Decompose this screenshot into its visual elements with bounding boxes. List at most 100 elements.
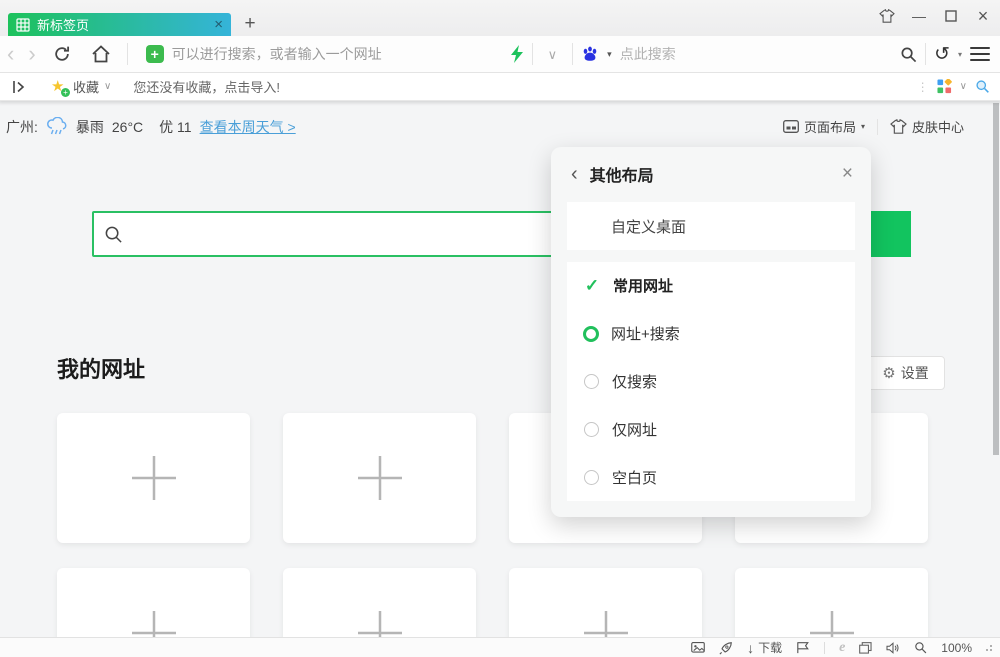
site-safety-icon[interactable]: +: [146, 45, 164, 63]
popup-header: ‹ 其他布局 ×: [551, 147, 871, 201]
sites-settings-button[interactable]: ⚙ 设置: [866, 356, 945, 390]
menu-button[interactable]: [970, 47, 990, 61]
layout-option-0[interactable]: ✓ 常用网址: [567, 262, 855, 310]
layout-option-label: 常用网址: [613, 275, 673, 296]
status-bar: ↓ 下载 e 100%: [0, 637, 1000, 657]
minimize-button[interactable]: —: [908, 6, 930, 26]
tab-strip: 新标签页 × + — ×: [0, 0, 1000, 36]
layout-caret-icon: ▾: [861, 122, 865, 131]
omnibox-separator: [532, 43, 533, 65]
my-sites-heading: 我的网址: [57, 352, 145, 384]
weather-forecast-link[interactable]: 查看本周天气 >: [200, 117, 296, 137]
page-layout-button[interactable]: 页面布局 ▾: [783, 117, 865, 136]
layout-option-label: 网址+搜索: [611, 323, 680, 344]
back-button[interactable]: ‹: [0, 43, 21, 65]
weather-air-quality: 优 11: [159, 117, 191, 137]
plus-icon: [808, 609, 856, 637]
undo-caret-icon[interactable]: ▾: [958, 50, 962, 59]
toolbar-separator: [127, 43, 128, 65]
find-icon[interactable]: [900, 46, 917, 63]
toolbar-right-separator: [925, 43, 926, 65]
sidebar-expand-icon[interactable]: [0, 81, 37, 93]
popup-close-icon[interactable]: ×: [842, 163, 871, 185]
popup-back-icon[interactable]: ‹: [551, 164, 586, 184]
close-window-button[interactable]: ×: [972, 6, 994, 26]
tab-close-icon[interactable]: ×: [214, 17, 223, 32]
favorites-label[interactable]: 收藏: [73, 77, 99, 96]
address-toolbar: ‹ › + ∨ ▾ 点此搜索 ↺ ▾: [0, 36, 1000, 73]
radio-selected-icon: [583, 326, 599, 342]
home-button[interactable]: [81, 45, 121, 63]
plus-icon: [130, 454, 178, 502]
plus-icon: [356, 609, 404, 637]
page-scrollbar[interactable]: [993, 103, 999, 455]
mute-speaker-icon[interactable]: [886, 642, 900, 654]
new-tab-button[interactable]: +: [238, 12, 262, 36]
zoom-search-icon[interactable]: [975, 79, 990, 94]
add-site-card[interactable]: [735, 568, 928, 637]
tab-title: 新标签页: [37, 15, 214, 34]
drag-handle-icon[interactable]: ⋮: [917, 80, 929, 94]
forward-button[interactable]: ›: [21, 43, 42, 65]
popup-title: 其他布局: [590, 162, 654, 186]
tab-grid-icon: [16, 18, 30, 32]
extensions-grid-icon[interactable]: [937, 79, 952, 94]
download-arrow-icon: ↓: [747, 640, 754, 656]
add-site-card[interactable]: [57, 413, 250, 543]
add-site-card[interactable]: [283, 413, 476, 543]
search-icon: [104, 225, 123, 244]
restore-window-icon[interactable]: [859, 642, 872, 654]
omnibox[interactable]: + ∨ ▾ 点此搜索: [134, 43, 900, 65]
undo-closed-tab-icon[interactable]: ↺: [934, 45, 950, 64]
resize-grip[interactable]: [986, 645, 992, 651]
report-flag-icon[interactable]: [796, 641, 810, 654]
skin-center-button[interactable]: 皮肤中心: [890, 117, 964, 136]
url-input[interactable]: [172, 46, 502, 62]
bookmarks-bar: ★ + 收藏 ∨ 您还没有收藏，点击导入! ⋮ ∨: [0, 73, 1000, 101]
weather-widget: 广州: 暴雨 26°C 优 11 查看本周天气 >: [6, 117, 296, 137]
zoom-level[interactable]: 100%: [941, 641, 972, 655]
weather-condition: 暴雨: [76, 117, 104, 137]
maximize-button[interactable]: [940, 6, 962, 26]
toolbar-right-group: ↺ ▾: [900, 43, 1000, 65]
plus-icon: [582, 609, 630, 637]
search-hint-text[interactable]: 点此搜索: [620, 44, 676, 64]
layout-option-label: 空白页: [612, 467, 657, 488]
radio-icon: [584, 470, 599, 485]
layout-option-3[interactable]: 仅网址: [567, 405, 855, 453]
favorites-star-icon[interactable]: ★ +: [51, 79, 67, 95]
refresh-button[interactable]: [43, 45, 81, 63]
add-site-card[interactable]: [283, 568, 476, 637]
layout-option-1[interactable]: 网址+搜索: [567, 310, 855, 358]
window-controls: — ×: [876, 6, 994, 26]
plus-icon: [356, 454, 404, 502]
ie-mode-icon[interactable]: e: [839, 640, 845, 656]
custom-desktop-item[interactable]: 自定义桌面: [567, 202, 855, 250]
screenshot-icon[interactable]: [691, 642, 705, 654]
add-site-card[interactable]: [57, 568, 250, 637]
skin-icon[interactable]: [876, 6, 898, 26]
lightning-icon[interactable]: [510, 45, 524, 63]
layout-option-2[interactable]: 仅搜索: [567, 358, 855, 406]
tab-new-tab-page[interactable]: 新标签页 ×: [8, 13, 231, 36]
extensions-chevron-icon[interactable]: ∨: [960, 81, 967, 92]
zoom-icon[interactable]: [914, 641, 927, 654]
download-button[interactable]: ↓ 下载: [747, 639, 782, 656]
boost-rocket-icon[interactable]: [719, 641, 733, 655]
layout-option-label: 仅网址: [612, 419, 657, 440]
bookmarks-empty-hint[interactable]: 您还没有收藏，点击导入!: [133, 77, 280, 96]
url-dropdown-icon[interactable]: ∨: [541, 48, 565, 61]
check-icon: ✓: [583, 276, 601, 296]
favorites-chevron-icon[interactable]: ∨: [104, 81, 111, 92]
statusbar-separator: [824, 642, 825, 654]
layout-option-list: ✓ 常用网址网址+搜索仅搜索仅网址空白页: [567, 262, 855, 501]
search-engine-caret-icon[interactable]: ▾: [607, 49, 612, 60]
layout-options-popup: ‹ 其他布局 × 自定义桌面 ✓ 常用网址网址+搜索仅搜索仅网址空白页: [551, 147, 871, 517]
radio-icon: [584, 422, 599, 437]
layout-option-label: 仅搜索: [612, 371, 657, 392]
omnibox-separator-2: [572, 43, 573, 65]
layout-option-4[interactable]: 空白页: [567, 453, 855, 501]
add-site-card[interactable]: [509, 568, 702, 637]
baidu-search-engine-icon[interactable]: [581, 45, 599, 63]
radio-icon: [584, 374, 599, 389]
